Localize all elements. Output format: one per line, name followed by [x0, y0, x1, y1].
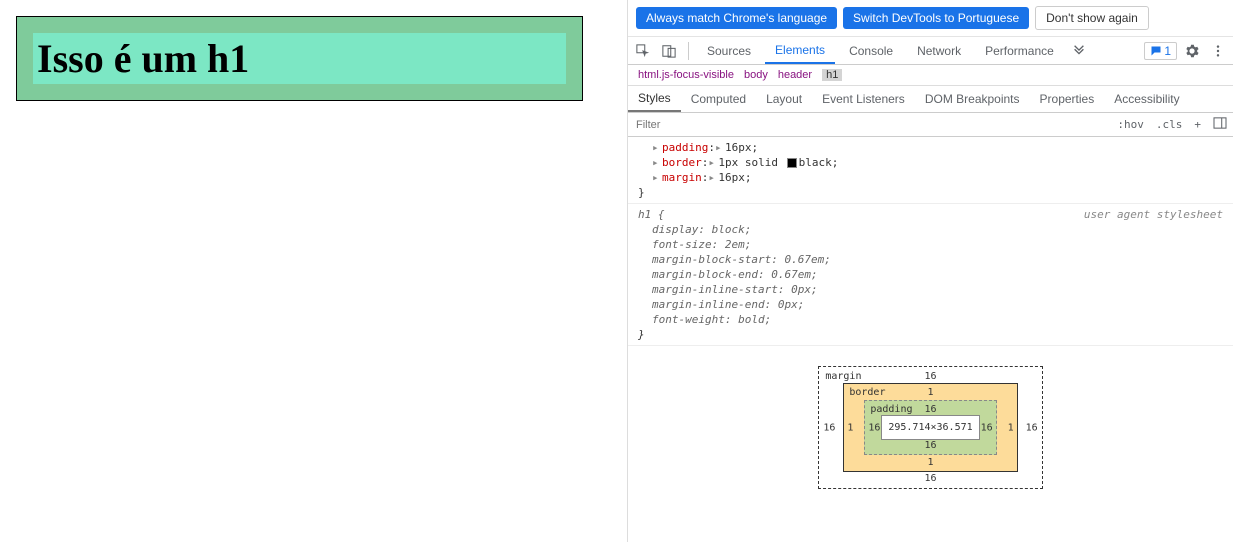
css-prop: margin-block-end — [652, 268, 758, 281]
subtab-accessibility[interactable]: Accessibility — [1104, 86, 1189, 112]
css-val: 0.67em — [784, 253, 824, 266]
bm-border-bottom[interactable]: 1 — [927, 455, 933, 470]
css-prop: display — [652, 223, 698, 236]
ua-stylesheet-label: user agent stylesheet — [1084, 207, 1223, 222]
main-tab-bar: Sources Elements Console Network Perform… — [628, 37, 1233, 65]
messages-count: 1 — [1164, 44, 1171, 58]
css-val: 0.67em — [771, 268, 811, 281]
css-prop[interactable]: border — [662, 156, 702, 169]
devtools-panel: Always match Chrome's language Switch De… — [627, 0, 1233, 542]
css-prop[interactable]: margin — [662, 171, 702, 184]
bm-margin-top[interactable]: 16 — [924, 369, 936, 384]
css-prop: font-weight — [652, 313, 725, 326]
tab-sources[interactable]: Sources — [697, 37, 761, 64]
messages-badge[interactable]: 1 — [1144, 42, 1177, 60]
crumb-header[interactable]: header — [778, 69, 812, 81]
box-model-diagram: margin 16 16 16 16 border 1 1 1 1 paddin… — [628, 346, 1233, 519]
rule-close-brace: } — [638, 185, 1223, 200]
rendered-header: Isso é um h1 — [16, 16, 583, 101]
rule-close-brace: } — [638, 327, 1223, 342]
bm-padding-left[interactable]: 16 — [868, 420, 880, 435]
language-bar: Always match Chrome's language Switch De… — [628, 0, 1233, 37]
bm-margin-left[interactable]: 16 — [823, 420, 835, 435]
inspect-element-icon[interactable] — [632, 40, 654, 62]
bm-padding-bottom[interactable]: 16 — [924, 438, 936, 453]
css-val[interactable]: black — [799, 156, 832, 169]
styles-rules: ▸padding: ▸ 16px; ▸border: ▸ 1px solid b… — [628, 137, 1233, 542]
bm-border-left[interactable]: 1 — [847, 420, 853, 435]
subtab-dom-breakpoints[interactable]: DOM Breakpoints — [915, 86, 1030, 112]
bm-border-top[interactable]: 1 — [927, 385, 933, 400]
css-val[interactable]: 1px solid — [718, 156, 778, 169]
crumb-h1[interactable]: h1 — [822, 69, 842, 81]
box-model-padding[interactable]: padding 16 16 16 16 295.714×36.571 — [864, 400, 996, 455]
switch-language-button[interactable]: Switch DevTools to Portuguese — [843, 7, 1029, 29]
subtab-event-listeners[interactable]: Event Listeners — [812, 86, 915, 112]
color-swatch-icon[interactable] — [787, 158, 797, 168]
bm-margin-label: margin — [825, 369, 861, 384]
css-val[interactable]: 16px — [718, 171, 745, 184]
more-tabs-icon[interactable] — [1068, 40, 1090, 62]
styles-filter-input[interactable] — [628, 119, 1111, 131]
css-val: bold — [738, 313, 765, 326]
page-h1: Isso é um h1 — [33, 33, 566, 84]
css-val[interactable]: 16px — [725, 141, 752, 154]
tab-network[interactable]: Network — [907, 37, 971, 64]
css-val: 0px — [791, 283, 811, 296]
new-style-rule-button[interactable]: + — [1188, 118, 1207, 131]
match-language-button[interactable]: Always match Chrome's language — [636, 7, 837, 29]
kebab-menu-icon[interactable] — [1207, 40, 1229, 62]
styles-tab-bar: Styles Computed Layout Event Listeners D… — [628, 86, 1233, 113]
css-prop: margin-inline-start — [652, 283, 778, 296]
bm-border-label: border — [849, 385, 885, 400]
css-val: 2em — [725, 238, 745, 251]
rendered-page: Isso é um h1 — [0, 0, 627, 542]
tab-performance[interactable]: Performance — [975, 37, 1064, 64]
css-val: block — [712, 223, 745, 236]
css-prop: font-size — [652, 238, 712, 251]
toggle-sidebar-icon[interactable] — [1207, 117, 1233, 132]
subtab-layout[interactable]: Layout — [756, 86, 812, 112]
tab-elements[interactable]: Elements — [765, 37, 835, 64]
css-prop: margin-block-start — [652, 253, 771, 266]
style-rule-user-agent[interactable]: user agent stylesheet h1 { display: bloc… — [628, 204, 1233, 346]
subtab-styles[interactable]: Styles — [628, 86, 681, 112]
tab-console[interactable]: Console — [839, 37, 903, 64]
bm-padding-top[interactable]: 16 — [924, 402, 936, 417]
separator — [688, 42, 689, 60]
bm-padding-label: padding — [870, 402, 912, 417]
settings-gear-icon[interactable] — [1181, 40, 1203, 62]
cls-toggle[interactable]: .cls — [1150, 118, 1189, 131]
bm-padding-right[interactable]: 16 — [981, 420, 993, 435]
css-val: 0px — [778, 298, 798, 311]
box-model-border[interactable]: border 1 1 1 1 padding 16 16 16 16 295.7… — [843, 383, 1017, 472]
subtab-properties[interactable]: Properties — [1030, 86, 1105, 112]
crumb-html[interactable]: html.js-focus-visible — [638, 69, 734, 81]
css-prop: margin-inline-end — [652, 298, 765, 311]
bm-border-right[interactable]: 1 — [1008, 420, 1014, 435]
box-model-margin[interactable]: margin 16 16 16 16 border 1 1 1 1 paddin… — [818, 366, 1042, 489]
hov-toggle[interactable]: :hov — [1111, 118, 1150, 131]
subtab-computed[interactable]: Computed — [681, 86, 756, 112]
dont-show-again-button[interactable]: Don't show again — [1035, 6, 1149, 30]
box-model-content[interactable]: 295.714×36.571 — [881, 415, 979, 440]
styles-filter-row: :hov .cls + — [628, 113, 1233, 137]
bm-margin-bottom[interactable]: 16 — [924, 471, 936, 486]
style-rule-author[interactable]: ▸padding: ▸ 16px; ▸border: ▸ 1px solid b… — [628, 137, 1233, 204]
device-toolbar-icon[interactable] — [658, 40, 680, 62]
css-prop[interactable]: padding — [662, 141, 708, 154]
dom-breadcrumb: html.js-focus-visible body header h1 — [628, 65, 1233, 86]
bm-margin-right[interactable]: 16 — [1026, 420, 1038, 435]
crumb-body[interactable]: body — [744, 69, 768, 81]
